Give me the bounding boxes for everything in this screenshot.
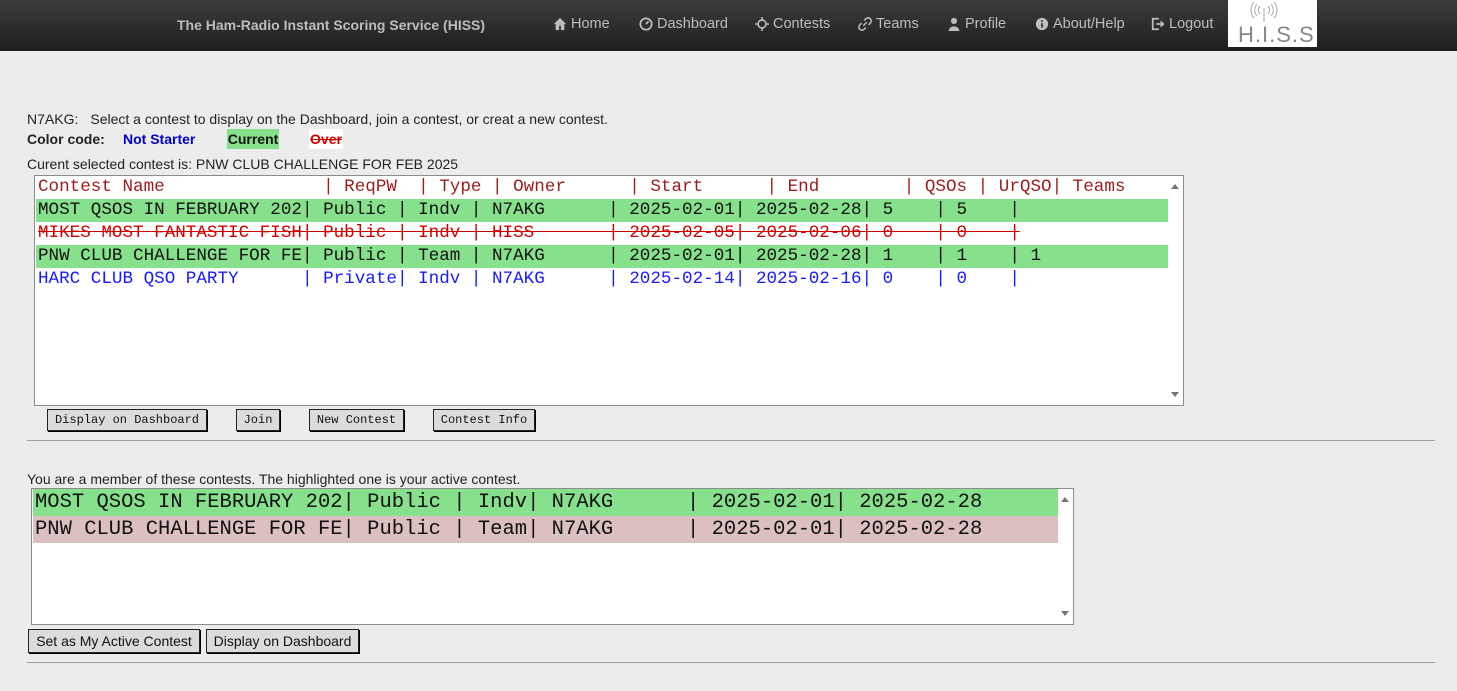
contest-list-header: Contest Name | ReqPW | Type | Owner | St… [38, 177, 1126, 197]
contest-row[interactable]: PNW CLUB CHALLENGE FOR FE| Public | Team… [36, 245, 1169, 268]
nav-profile[interactable]: Profile [947, 16, 1006, 32]
legend-over: Over [309, 129, 343, 149]
scroll-up-icon[interactable] [1061, 497, 1069, 502]
nav-contests-label: Contests [773, 16, 831, 32]
section-divider [27, 440, 1435, 441]
nav-logout-label: Logout [1169, 16, 1214, 32]
nav-teams-label: Teams [876, 16, 919, 32]
nav-about[interactable]: About/Help [1035, 16, 1125, 32]
contest-row[interactable]: HARC CLUB QSO PARTY | Private| Indv | N7… [36, 268, 1169, 291]
member-list-scrollbar[interactable] [1058, 489, 1073, 624]
scroll-down-icon[interactable] [1171, 392, 1179, 397]
new-contest-button[interactable]: New Contest [309, 409, 404, 431]
intro-line: N7AKG: Select a contest to display on the… [27, 111, 608, 127]
nav-home-label: Home [571, 16, 610, 32]
contest-row[interactable]: MOST QSOS IN FEBRUARY 202| Public | Indv… [36, 199, 1169, 222]
callsign: N7AKG: [27, 111, 79, 127]
info-icon [1035, 17, 1049, 31]
nav-about-label: About/Help [1053, 16, 1125, 32]
nav-contests[interactable]: Contests [755, 16, 830, 32]
nav-dashboard[interactable]: Dashboard [639, 16, 728, 32]
join-button[interactable]: Join [236, 409, 280, 431]
crosshair-icon [755, 17, 769, 31]
user-icon [948, 17, 960, 31]
contest-listbox[interactable]: Contest Name | ReqPW | Type | Owner | St… [34, 175, 1184, 406]
member-contest-row[interactable]: MOST QSOS IN FEBRUARY 202| Public | Indv… [33, 489, 1058, 516]
bottom-divider [27, 662, 1435, 663]
link-icon [858, 17, 872, 31]
contest-info-button[interactable]: Contest Info [433, 409, 535, 431]
color-code-label: Color code: [27, 131, 105, 147]
logout-icon [1151, 17, 1165, 31]
nav-home[interactable]: Home [553, 16, 610, 32]
hiss-logo[interactable]: H.I.S.S [1228, 0, 1317, 47]
dashboard-icon [639, 17, 653, 31]
site-brand[interactable]: The Ham-Radio Instant Scoring Service (H… [177, 17, 485, 33]
display-on-dashboard-button[interactable]: Display on Dashboard [47, 409, 207, 431]
member-caption: You are a member of these contests. The … [27, 471, 521, 487]
legend-current: Current [227, 129, 279, 149]
contest-row[interactable]: MIKES MOST FANTASTIC FISH| Public | Indv… [36, 222, 1169, 245]
top-navbar: The Ham-Radio Instant Scoring Service (H… [0, 0, 1457, 51]
set-active-contest-button[interactable]: Set as My Active Contest [28, 629, 200, 653]
nav-profile-label: Profile [965, 16, 1007, 32]
logo-text: H.I.S.S [1238, 22, 1315, 47]
home-icon [553, 17, 567, 31]
member-contest-listbox[interactable]: MOST QSOS IN FEBRUARY 202| Public | Indv… [31, 488, 1074, 625]
member-contest-row[interactable]: PNW CLUB CHALLENGE FOR FE| Public | Team… [33, 516, 1058, 543]
legend-not-started: Not Starter [123, 131, 196, 147]
scroll-up-icon[interactable] [1171, 184, 1179, 189]
nav-logout[interactable]: Logout [1151, 16, 1213, 32]
scroll-down-icon[interactable] [1061, 611, 1069, 616]
intro-text: Select a contest to display on the Dashb… [90, 111, 608, 127]
nav-dashboard-label: Dashboard [657, 16, 728, 32]
contest-list-scrollbar[interactable] [1168, 176, 1183, 405]
current-selected-contest: Curent selected contest is: PNW CLUB CHA… [27, 156, 459, 172]
member-display-on-dashboard-button[interactable]: Display on Dashboard [206, 629, 359, 653]
nav-teams[interactable]: Teams [858, 16, 919, 32]
